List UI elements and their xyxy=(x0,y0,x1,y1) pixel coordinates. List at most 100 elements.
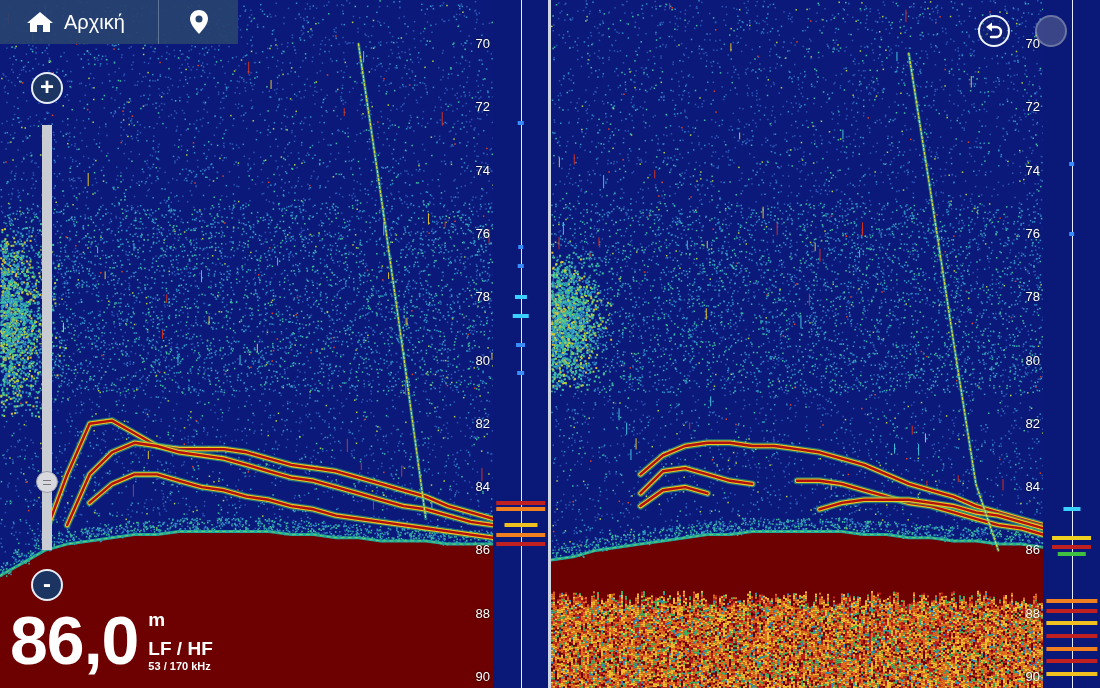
ascope-bar xyxy=(1046,659,1097,663)
ascope-color xyxy=(496,533,546,537)
fish-arch xyxy=(90,474,493,537)
ascope-color xyxy=(518,245,524,249)
depth-scale-label: 90 xyxy=(1026,668,1040,686)
ascope-track xyxy=(1043,162,1100,166)
ascope-color xyxy=(496,542,546,546)
echo-traces xyxy=(551,0,1043,688)
depth-scale-label: 82 xyxy=(476,415,490,433)
zoom-out-button[interactable]: - xyxy=(31,569,63,601)
ascope-bar xyxy=(1063,507,1080,511)
depth-scale-label: 80 xyxy=(476,352,490,370)
ascope-color xyxy=(1052,545,1092,549)
ascope-color xyxy=(1046,621,1097,625)
depth-unit: m xyxy=(148,610,212,631)
frequency-mode: LF / HF xyxy=(148,639,212,660)
ascope-bar xyxy=(517,264,524,268)
bottom-line xyxy=(551,531,1043,560)
depth-scale-label: 88 xyxy=(1026,605,1040,623)
ascope-track xyxy=(1043,545,1100,549)
ascope-track xyxy=(493,507,548,511)
ascope-track xyxy=(1043,552,1100,556)
redo-button[interactable] xyxy=(1035,15,1067,47)
sonar-screen: 7072747678808284868890 70727476788082848… xyxy=(0,0,1100,688)
zoom-thumb[interactable] xyxy=(36,471,58,493)
depth-scale-label: 90 xyxy=(476,668,490,686)
ascope-track xyxy=(493,533,548,537)
ascope-color xyxy=(1057,552,1086,556)
ascope-color xyxy=(517,121,524,125)
ascope-track xyxy=(1043,647,1100,651)
ascope-track xyxy=(493,501,548,505)
ascope-track xyxy=(493,245,548,249)
ascope-bar xyxy=(1046,621,1097,625)
ascope-color xyxy=(496,507,546,511)
home-icon xyxy=(26,11,54,33)
hf-panel: 7072747678808284868890 xyxy=(551,0,1100,688)
fish-arch xyxy=(819,500,1043,528)
ascope-bar xyxy=(1046,634,1097,638)
depth-scale-label: 80 xyxy=(1026,352,1040,370)
ascope-bar xyxy=(518,245,524,249)
zoom-in-button[interactable]: + xyxy=(31,72,63,104)
top-toolbar: Αρχική xyxy=(0,0,238,44)
waypoint-button[interactable] xyxy=(158,0,238,44)
ascope-color xyxy=(1046,659,1097,663)
ascope-track xyxy=(1043,634,1100,638)
ascope-track xyxy=(1043,659,1100,663)
ascope-bar xyxy=(504,523,537,527)
ascope-color xyxy=(1052,536,1092,540)
ascope-bar xyxy=(1069,232,1075,236)
ascope-bar xyxy=(496,507,546,511)
frequency-value: 53 / 170 kHz xyxy=(148,660,212,673)
ascope-color xyxy=(504,523,537,527)
depth-scale-label: 72 xyxy=(1026,98,1040,116)
echogram: 7072747678808284868890 xyxy=(551,0,1043,688)
depth-scale-label: 82 xyxy=(1026,415,1040,433)
ascope-track xyxy=(493,523,548,527)
ascope-color xyxy=(1046,647,1097,651)
ascope-color xyxy=(512,314,529,318)
home-label: Αρχική xyxy=(64,7,125,37)
depth-scale-label: 78 xyxy=(476,288,490,306)
ascope-bar xyxy=(1046,647,1097,651)
home-button[interactable]: Αρχική xyxy=(0,0,158,44)
ascope-bar xyxy=(517,371,525,375)
ascope-track xyxy=(493,314,548,318)
echogram: 7072747678808284868890 xyxy=(0,0,493,688)
ascope-bar xyxy=(496,542,546,546)
lf-panel: 7072747678808284868890 xyxy=(0,0,548,688)
depth-scale-label: 72 xyxy=(476,98,490,116)
depth-scale-label: 76 xyxy=(476,225,490,243)
depth-scale-label: 84 xyxy=(1026,478,1040,496)
depth-scale-label: 86 xyxy=(1026,541,1040,559)
ascope-bar xyxy=(496,501,546,505)
ascope-color xyxy=(514,295,526,299)
strip-centre-line xyxy=(1072,0,1073,688)
ascope-bar xyxy=(1069,162,1075,166)
depth-scale-label: 84 xyxy=(476,478,490,496)
ascope-bar xyxy=(514,295,526,299)
ascope-color xyxy=(516,343,526,347)
undo-icon xyxy=(984,21,1004,41)
ascope-color xyxy=(1069,162,1075,166)
ascope-bar xyxy=(516,343,526,347)
ascope-strip xyxy=(1043,0,1100,688)
echo-traces xyxy=(0,0,493,688)
echo-background xyxy=(0,0,493,688)
lure-line xyxy=(909,54,999,551)
ascope-track xyxy=(493,264,548,268)
ascope-track xyxy=(1043,232,1100,236)
ascope-color xyxy=(517,371,525,375)
ascope-color xyxy=(1046,609,1097,613)
ascope-track xyxy=(1043,609,1100,613)
depth-scale-label: 70 xyxy=(476,35,490,53)
ascope-color xyxy=(1069,232,1075,236)
ascope-track xyxy=(493,121,548,125)
depth-scale-label: 76 xyxy=(1026,225,1040,243)
zoom-slider[interactable] xyxy=(42,125,52,550)
undo-button[interactable] xyxy=(978,15,1010,47)
depth-value: 86,0 xyxy=(10,606,138,674)
depth-scale-label: 86 xyxy=(476,541,490,559)
depth-scale-label: 88 xyxy=(476,605,490,623)
ascope-track xyxy=(493,295,548,299)
